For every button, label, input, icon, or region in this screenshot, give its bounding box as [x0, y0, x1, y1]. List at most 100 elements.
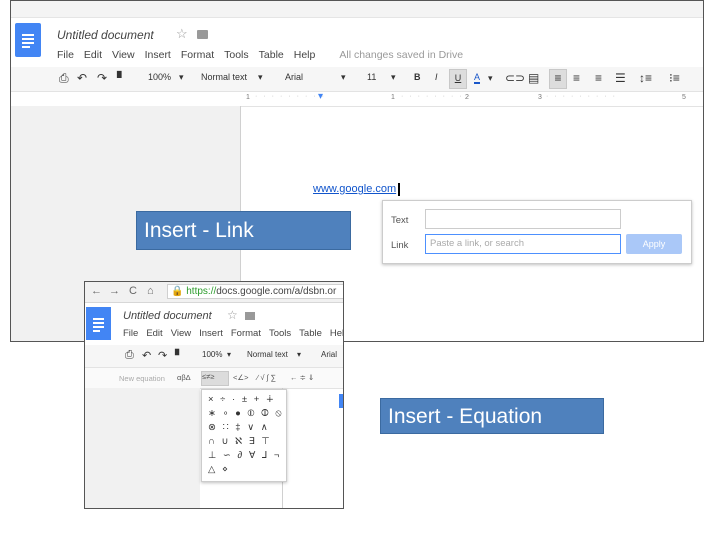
ruler-mark: 3 — [538, 94, 542, 101]
ruler-ticks: ········· — [255, 93, 330, 100]
ruler-mark: 1 — [391, 94, 395, 101]
ruler-mark: 1 — [246, 94, 250, 101]
italic-button[interactable]: I — [435, 72, 438, 82]
text-cursor — [398, 183, 400, 196]
hyperlink-text[interactable]: www.google.com — [313, 183, 396, 195]
chevron-down-icon[interactable]: ▾ — [179, 72, 184, 83]
align-center-icon[interactable]: ≡ — [573, 71, 580, 85]
docs-home-icon[interactable] — [15, 23, 41, 57]
greek-letters-menu[interactable]: αβΔ — [177, 373, 191, 382]
insert-link-dialog: Text Link Paste a link, or search Apply — [382, 200, 692, 264]
numbered-list-icon[interactable]: ⁝≡ — [669, 71, 680, 85]
font-select[interactable]: Arial — [321, 350, 337, 359]
menu-format[interactable]: Format — [231, 328, 261, 339]
chevron-down-icon[interactable]: ▾ — [391, 72, 396, 83]
ruler-ticks: ········· — [546, 93, 621, 100]
menu-file[interactable]: File — [57, 49, 74, 61]
font-size-select[interactable]: 11 — [367, 72, 376, 82]
operators-menu-label: ≤≠≥ — [202, 372, 215, 381]
operators-menu[interactable]: ≤≠≥ — [201, 371, 229, 386]
menu-view[interactable]: View — [112, 49, 135, 61]
palette-row[interactable]: × ÷ · ± + ∔ — [208, 394, 276, 405]
chevron-down-icon[interactable]: ▾ — [227, 350, 231, 359]
chevron-down-icon[interactable]: ▾ — [297, 350, 301, 359]
insert-link-caption: Insert - Link — [136, 211, 351, 250]
reload-icon[interactable]: C — [129, 285, 137, 297]
zoom-select[interactable]: 100% — [202, 350, 222, 359]
menu-help[interactable]: Help — [294, 49, 316, 61]
palette-row[interactable]: △ ⋄ — [208, 464, 230, 475]
browser-nav-bar: ← → C ⌂ 🔒 https://docs.google.com/a/dsbn… — [85, 282, 343, 303]
scroll-indicator[interactable] — [339, 394, 343, 408]
chevron-down-icon[interactable]: ▾ — [488, 73, 493, 84]
font-select[interactable]: Arial — [285, 72, 303, 82]
chevron-down-icon[interactable]: ▾ — [258, 72, 263, 83]
menu-file[interactable]: File — [123, 328, 138, 339]
apply-button[interactable]: Apply — [626, 234, 682, 254]
star-icon[interactable]: ☆ — [227, 308, 238, 322]
link-icon[interactable]: ⊂⊃ — [505, 71, 525, 85]
ruler-ticks: ········· — [401, 93, 476, 100]
ruler-mark: 5 — [682, 94, 686, 101]
equation-toolbar: New equation αβΔ ≤≠≥ <∠> ∕ √ ∫ ∑ ← ≑ ⇓ — [85, 368, 343, 389]
address-bar[interactable]: 🔒 https://docs.google.com/a/dsbn.or — [167, 284, 343, 299]
print-icon[interactable]: ⎙ — [125, 349, 134, 362]
menu-tools[interactable]: Tools — [269, 328, 291, 339]
star-icon[interactable]: ☆ — [176, 26, 188, 42]
redo-icon[interactable]: ↷ — [97, 71, 107, 85]
print-icon[interactable]: ⎙ — [59, 71, 69, 86]
menu-bar: File Edit View Insert Format Tools Table… — [57, 49, 473, 61]
document-title[interactable]: Untitled document — [57, 28, 154, 42]
paint-format-icon[interactable]: ▘ — [117, 71, 126, 85]
redo-icon[interactable]: ↷ — [158, 349, 167, 362]
link-text-input[interactable] — [425, 209, 621, 229]
folder-icon[interactable] — [245, 312, 255, 320]
menu-help[interactable]: Help — [330, 328, 343, 339]
ruler[interactable]: 1 ▾ 1 2 3 5 ········· ········· ········… — [241, 91, 703, 107]
link-url-input[interactable]: Paste a link, or search — [425, 234, 621, 254]
back-icon[interactable]: ← — [91, 285, 102, 297]
bold-button[interactable]: B — [414, 72, 421, 82]
zoom-select[interactable]: 100% — [148, 72, 171, 82]
palette-row[interactable]: ∗ ∘ ● ⦶ ⦷ ⦸ — [208, 408, 284, 419]
document-title[interactable]: Untitled document — [123, 310, 212, 322]
palette-row[interactable]: ⊥ ∽ ∂ ∀ ⅃ ¬ — [208, 450, 281, 461]
menu-insert[interactable]: Insert — [199, 328, 223, 339]
math-operations-menu[interactable]: ∕ √ ∫ ∑ — [257, 373, 276, 382]
relations-menu[interactable]: <∠> — [233, 373, 248, 382]
menu-view[interactable]: View — [171, 328, 191, 339]
align-left-icon[interactable]: ≡ — [549, 69, 567, 89]
line-spacing-icon[interactable]: ↕≡ — [639, 71, 652, 85]
underline-button[interactable]: U — [449, 69, 467, 89]
paint-format-icon[interactable]: ▘ — [175, 349, 183, 362]
menu-format[interactable]: Format — [181, 49, 214, 61]
comment-icon[interactable]: ▤ — [528, 71, 539, 85]
link-field-label: Link — [391, 240, 409, 251]
menu-bar: File Edit View Insert Format Tools Table… — [123, 328, 343, 339]
chevron-down-icon[interactable]: ▾ — [341, 72, 346, 83]
new-equation-button[interactable]: New equation — [119, 374, 165, 383]
style-select[interactable]: Normal text — [201, 72, 247, 82]
undo-icon[interactable]: ↶ — [77, 71, 87, 85]
menu-table[interactable]: Table — [299, 328, 322, 339]
menu-insert[interactable]: Insert — [145, 49, 171, 61]
text-color-button[interactable]: A — [474, 72, 481, 84]
palette-row[interactable]: ∩ ∪ ℵ ∃ ⊤ — [208, 436, 272, 447]
menu-edit[interactable]: Edit — [146, 328, 162, 339]
palette-row[interactable]: ⊗ ∷ ‡ ∨ ∧ — [208, 422, 270, 433]
insert-equation-caption: Insert - Equation — [380, 398, 604, 434]
home-icon[interactable]: ⌂ — [147, 285, 154, 297]
folder-icon[interactable] — [197, 30, 208, 39]
forward-icon[interactable]: → — [109, 285, 120, 297]
docs-home-icon[interactable] — [86, 307, 111, 340]
undo-icon[interactable]: ↶ — [142, 349, 151, 362]
menu-table[interactable]: Table — [259, 49, 284, 61]
arrows-menu[interactable]: ← ≑ ⇓ — [290, 373, 314, 382]
align-right-icon[interactable]: ≡ — [595, 71, 602, 85]
save-status: All changes saved in Drive — [339, 49, 464, 61]
menu-edit[interactable]: Edit — [84, 49, 102, 61]
style-select[interactable]: Normal text — [247, 350, 288, 359]
menu-tools[interactable]: Tools — [224, 49, 249, 61]
operators-palette: × ÷ · ± + ∔ ∗ ∘ ● ⦶ ⦷ ⦸ ⊗ ∷ ‡ ∨ ∧ ∩ ∪ ℵ … — [201, 389, 287, 482]
align-justify-icon[interactable]: ☰ — [615, 71, 626, 85]
